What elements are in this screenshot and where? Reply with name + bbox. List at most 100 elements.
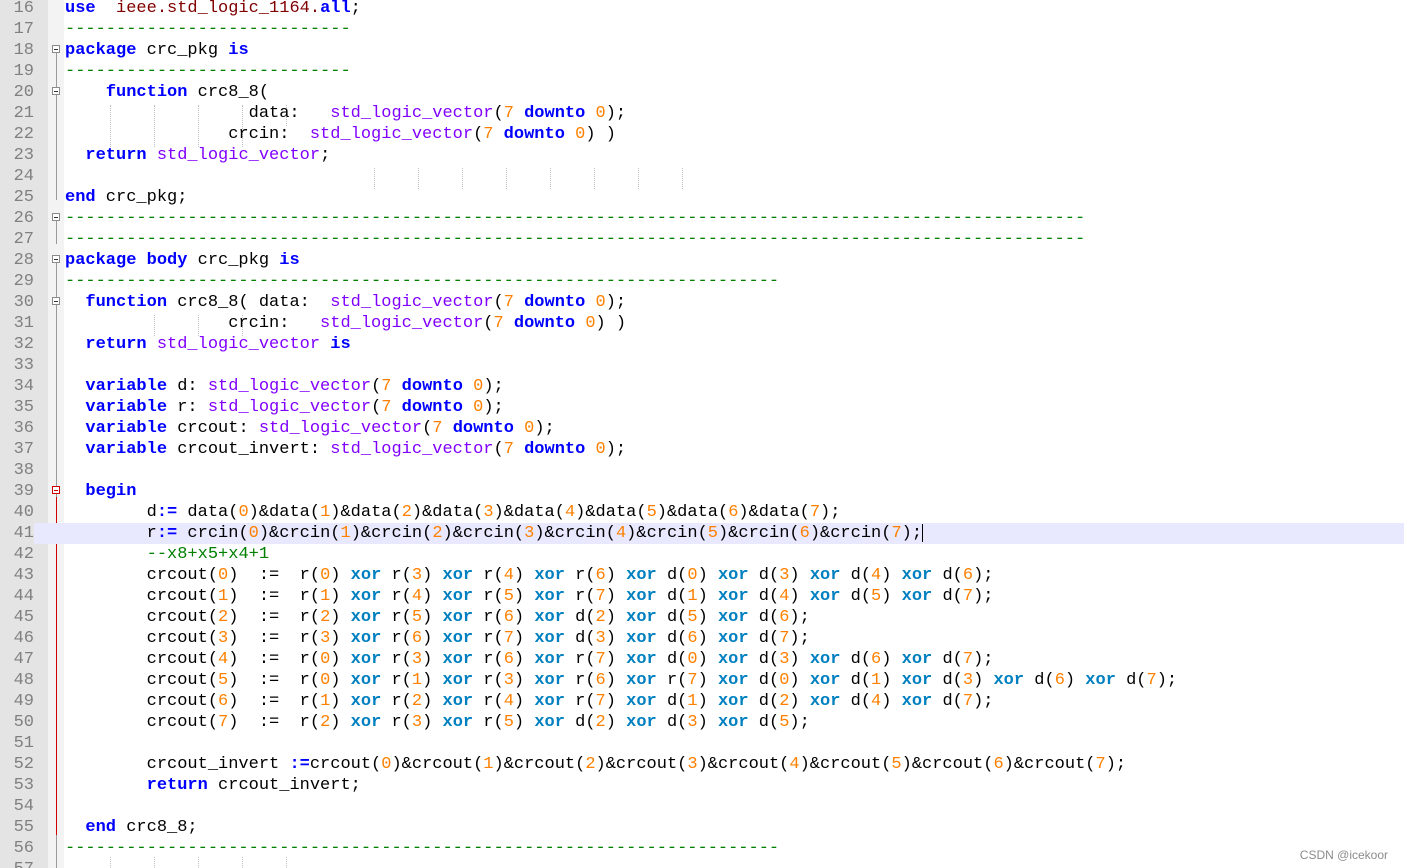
code-token: d( <box>656 608 688 627</box>
code-token: xor <box>350 608 382 627</box>
code-token: std_logic_vector <box>330 293 494 312</box>
code-line[interactable]: 50 crcout(7) := r(2) xor r(3) xor r(5) x… <box>0 712 1404 733</box>
code-token: xor <box>626 713 657 732</box>
code-line[interactable]: 44 crcout(1) := r(1) xor r(4) xor r(5) x… <box>0 586 1404 607</box>
code-line[interactable]: 33 <box>0 355 1404 376</box>
code-token: ( <box>371 398 382 417</box>
code-line[interactable]: 17 ---------------------------- <box>0 19 1404 40</box>
code-token: 7 <box>503 293 514 312</box>
code-token: 7 <box>493 314 504 333</box>
code-line[interactable]: 25 end crc_pkg; <box>0 187 1404 208</box>
code-token: 0 <box>687 566 698 585</box>
code-token: )&data( <box>248 503 321 522</box>
code-token: crc8_8; <box>116 818 198 837</box>
code-line[interactable]: 53 return crcout_invert; <box>0 775 1404 796</box>
code-token: d( <box>656 629 688 648</box>
code-token: crcout: <box>167 419 259 438</box>
line-number: 23 <box>13 146 34 165</box>
code-token: ) ) <box>585 125 616 144</box>
code-token: crcout( <box>309 755 382 774</box>
code-line[interactable]: 31 crcin: std_logic_vector(7 downto 0) ) <box>0 313 1404 334</box>
code-line[interactable]: 27 --------------------------------------… <box>0 229 1404 250</box>
code-token: variable <box>85 440 168 459</box>
code-token: 0 <box>381 755 392 774</box>
code-line[interactable]: 36 variable crcout: std_logic_vector(7 d… <box>0 418 1404 439</box>
code-token: ) <box>697 650 718 669</box>
code-line[interactable]: 18 package crc_pkg is <box>0 40 1404 61</box>
code-token: r <box>65 524 157 543</box>
code-token: crcin: <box>65 314 321 333</box>
code-token: 7 <box>381 377 392 396</box>
code-line[interactable]: 40 d:= data(0)&data(1)&data(2)&data(3)&d… <box>0 502 1404 523</box>
code-text: crcout(0) := r(0) xor r(3) xor r(4) xor … <box>65 565 994 586</box>
code-line[interactable]: 24 <box>0 166 1404 187</box>
code-line[interactable]: 38 <box>0 460 1404 481</box>
code-token: 4 <box>871 692 882 711</box>
code-token: std_logic_vector <box>258 419 423 438</box>
code-line[interactable]: 47 crcout(4) := r(0) xor r(3) xor r(6) x… <box>0 649 1404 670</box>
code-line[interactable]: 22 crcin: std_logic_vector(7 downto 0) ) <box>0 124 1404 145</box>
code-line[interactable]: 46 crcout(3) := r(3) xor r(6) xor r(7) x… <box>0 628 1404 649</box>
code-token: ) <box>422 629 443 648</box>
code-token: 3 <box>779 566 790 585</box>
code-line[interactable]: 56 --------------------------------------… <box>0 838 1404 859</box>
code-line[interactable]: 23 return std_logic_vector; <box>0 145 1404 166</box>
code-line[interactable]: 52 crcout_invert :=crcout(0)&crcout(1)&c… <box>0 754 1404 775</box>
code-token: ) := r( <box>228 608 321 627</box>
code-line[interactable]: 42 --x8+x5+x4+1 <box>0 544 1404 565</box>
code-text: crcout_invert :=crcout(0)&crcout(1)&crco… <box>65 754 1126 775</box>
code-line[interactable]: 35 variable r: std_logic_vector(7 downto… <box>0 397 1404 418</box>
code-line[interactable]: 32 return std_logic_vector is <box>0 334 1404 355</box>
code-line[interactable]: 37 variable crcout_invert: std_logic_vec… <box>0 439 1404 460</box>
code-token: 7 <box>1146 671 1157 690</box>
code-line[interactable]: 26 --------------------------------------… <box>0 208 1404 229</box>
code-line[interactable]: 30 function crc8_8( data: std_logic_vect… <box>0 292 1404 313</box>
line-number: 40 <box>13 503 34 522</box>
code-line[interactable]: 48 crcout(5) := r(0) xor r(1) xor r(3) x… <box>0 670 1404 691</box>
code-token: d( <box>932 587 963 606</box>
code-token: 7 <box>432 419 443 438</box>
code-token: 7 <box>809 503 821 522</box>
code-line[interactable]: 41 r:= crcin(0)&crcin(1)&crcin(2)&crcin(… <box>0 523 1404 544</box>
code-token: ) := r( <box>228 671 321 690</box>
code-token: d: <box>167 377 208 396</box>
code-line[interactable]: 16 use ieee.std_logic_1164.all; <box>0 0 1404 19</box>
code-line[interactable]: 34 variable d: std_logic_vector(7 downto… <box>0 376 1404 397</box>
code-line[interactable]: 45 crcout(2) := r(2) xor r(5) xor r(6) x… <box>0 607 1404 628</box>
line-number: 37 <box>13 440 34 459</box>
code-line[interactable]: 21 data: std_logic_vector(7 downto 0); <box>0 103 1404 124</box>
code-token: xor <box>442 692 474 711</box>
code-line[interactable]: 57 <box>0 859 1404 868</box>
code-token: r( <box>656 671 688 690</box>
code-token: downto <box>391 398 474 417</box>
code-token: xor <box>626 692 657 711</box>
code-text: crcout(7) := r(2) xor r(3) xor r(5) xor … <box>65 712 810 733</box>
code-token: 7 <box>962 692 974 711</box>
code-line[interactable]: 19 ---------------------------- <box>0 61 1404 82</box>
code-line[interactable]: 29 --------------------------------------… <box>0 271 1404 292</box>
code-line[interactable]: 39 begin <box>0 481 1404 502</box>
code-token: ) <box>330 713 351 732</box>
code-token: use <box>65 0 96 18</box>
code-token: ) := r( <box>228 713 321 732</box>
code-line[interactable]: 43 crcout(0) := r(0) xor r(3) xor r(4) x… <box>0 565 1404 586</box>
code-line[interactable]: 49 crcout(6) := r(1) xor r(2) xor r(4) x… <box>0 691 1404 712</box>
code-token: ----------------------------------------… <box>65 230 1086 249</box>
code-token: )&data( <box>738 503 810 522</box>
code-line[interactable]: 54 <box>0 796 1404 817</box>
code-text: end crc_pkg; <box>65 187 187 208</box>
code-token: 5 <box>411 608 423 627</box>
code-token: 3 <box>962 671 974 690</box>
code-token: return <box>85 335 147 354</box>
code-line[interactable]: 55 end crc8_8; <box>0 817 1404 838</box>
code-token: xor <box>717 671 749 690</box>
code-token: 6 <box>799 524 810 543</box>
code-line[interactable]: 20 function crc8_8( <box>0 82 1404 103</box>
code-token: r( <box>381 713 412 732</box>
code-token: )&crcin( <box>534 524 616 543</box>
code-line[interactable]: 51 <box>0 733 1404 754</box>
code-line[interactable]: 28 package body crc_pkg is <box>0 250 1404 271</box>
code-editor[interactable]: 16 use ieee.std_logic_1164.all; 17 --------… <box>0 0 1404 868</box>
